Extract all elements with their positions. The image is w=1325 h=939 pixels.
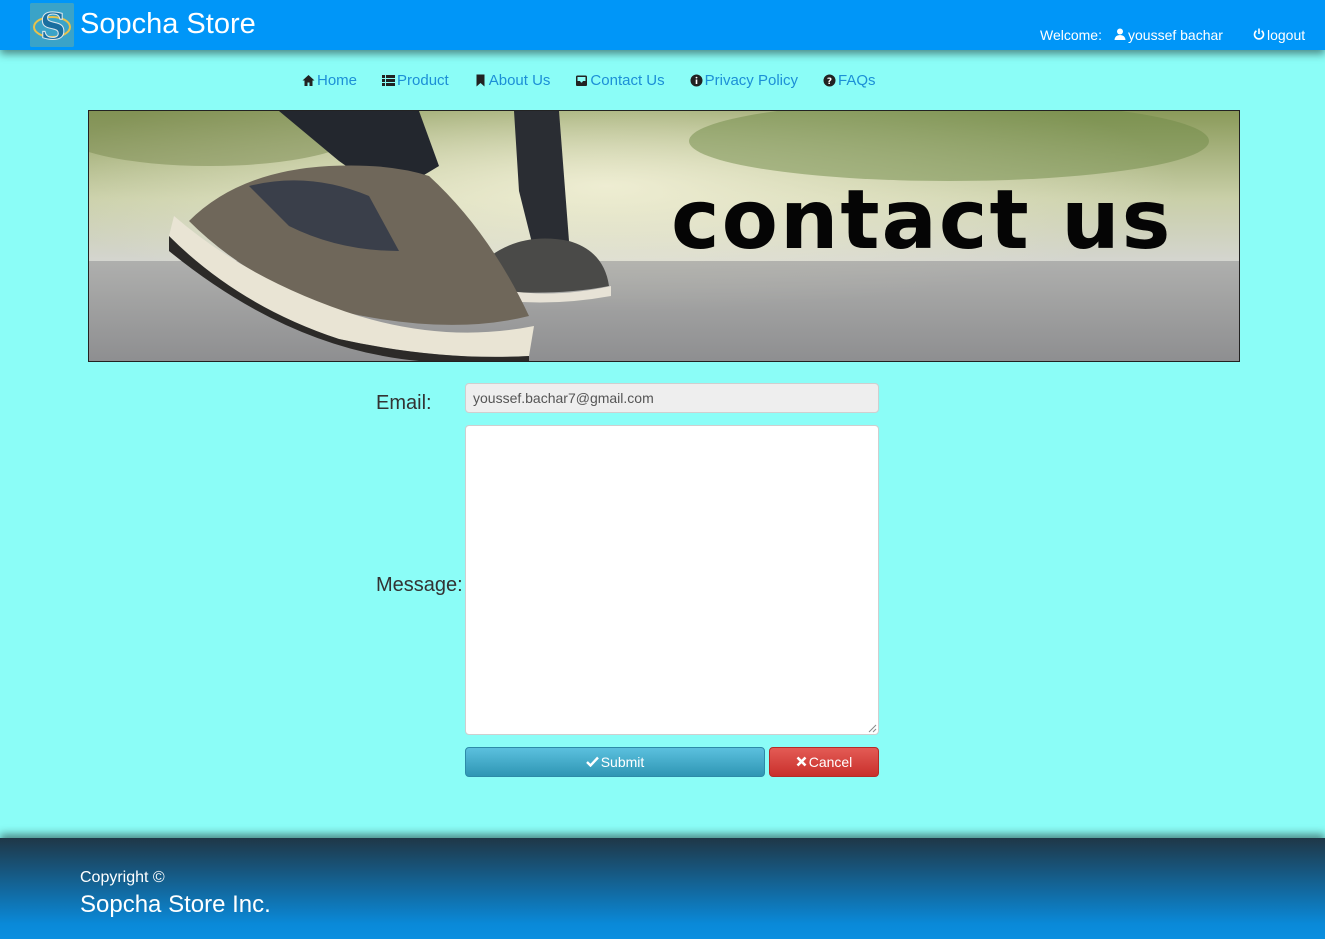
cancel-button[interactable]: Cancel	[769, 747, 879, 777]
nav-product-label: Product	[397, 71, 449, 89]
list-icon	[382, 74, 396, 87]
user-icon	[1114, 27, 1126, 43]
nav-faqs-label: FAQs	[837, 71, 876, 89]
brand-title[interactable]: Sopcha Store	[80, 8, 256, 41]
bookmark-icon	[474, 74, 487, 87]
home-icon	[302, 74, 315, 87]
question-icon: ?	[823, 74, 836, 87]
email-field[interactable]	[465, 383, 879, 413]
footer: Copyright © Sopcha Store Inc.	[0, 838, 1325, 939]
nav-privacy[interactable]: Privacy Policy	[690, 70, 798, 90]
user-link[interactable]: youssef bachar	[1114, 27, 1223, 43]
resize-grip-icon[interactable]	[868, 724, 877, 733]
nav-faqs[interactable]: ? FAQs	[823, 70, 876, 90]
svg-text:?: ?	[827, 77, 832, 87]
main-nav: Home Product About Us Contact Us Privacy…	[302, 70, 876, 90]
submit-label: Submit	[600, 754, 645, 770]
email-label: Email:	[376, 392, 432, 414]
contact-banner: contact us	[88, 110, 1240, 362]
nav-contact[interactable]: Contact Us	[575, 70, 665, 90]
banner-heading: contact us	[671, 173, 1173, 268]
nav-contact-label: Contact Us	[590, 71, 665, 89]
nav-home-label: Home	[317, 71, 358, 89]
nav-home[interactable]: Home	[302, 70, 357, 90]
store-logo[interactable]: S	[30, 3, 74, 47]
cancel-label: Cancel	[808, 754, 853, 770]
nav-privacy-label: Privacy Policy	[704, 71, 798, 89]
inbox-icon	[575, 74, 588, 87]
message-textarea[interactable]	[465, 425, 879, 735]
nav-product[interactable]: Product	[382, 70, 449, 90]
top-navbar: S Sopcha Store Welcome: youssef bachar l…	[0, 0, 1325, 50]
info-icon	[690, 74, 703, 87]
nav-about[interactable]: About Us	[474, 70, 551, 90]
check-icon	[585, 754, 599, 770]
message-label: Message:	[376, 574, 463, 596]
power-icon	[1253, 27, 1265, 43]
welcome-label: Welcome:	[1040, 27, 1102, 43]
submit-button[interactable]: Submit	[465, 747, 765, 777]
company-name: Sopcha Store Inc.	[80, 891, 271, 918]
logout-link[interactable]: logout	[1253, 27, 1305, 43]
nav-about-label: About Us	[488, 71, 551, 89]
logout-label: logout	[1267, 27, 1306, 43]
copyright-text: Copyright ©	[80, 869, 165, 886]
username: youssef bachar	[1128, 27, 1223, 43]
close-icon	[796, 754, 807, 770]
svg-text:S: S	[40, 6, 66, 47]
